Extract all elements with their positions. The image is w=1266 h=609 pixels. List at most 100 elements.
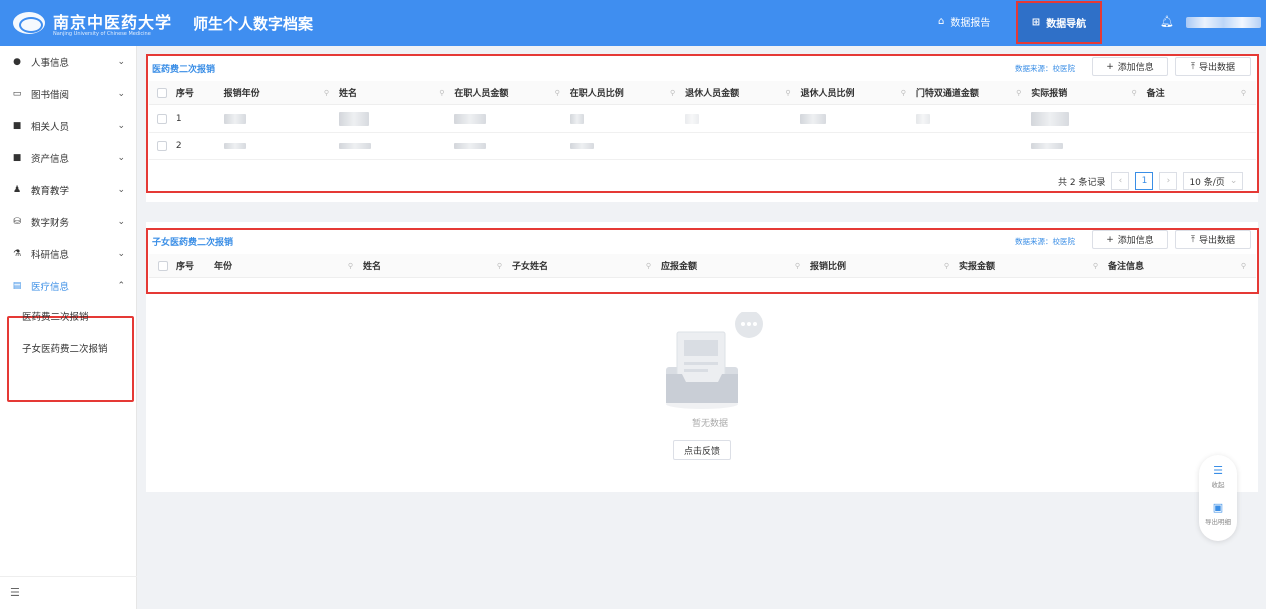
finance-icon: ⛁ — [13, 217, 21, 227]
select-all-checkbox[interactable] — [149, 254, 176, 278]
col-actual-reimbursement: 实际报销 ⚲ — [1031, 88, 1137, 100]
monitor-icon: ▭ — [12, 89, 22, 99]
nav-data-report[interactable]: ⌂ 数据报告 — [938, 14, 990, 29]
chevron-down-icon: ⌄ — [117, 121, 125, 131]
sidebar-item-related-persons[interactable]: ■ 相关人员 ⌄ — [0, 110, 137, 142]
sidebar-item-label: 人事信息 — [31, 58, 70, 69]
search-icon: ⚲ — [1240, 88, 1246, 97]
prev-page-button[interactable]: ‹ — [1111, 172, 1130, 190]
current-page[interactable]: 1 — [1135, 172, 1154, 190]
export-detail-button[interactable]: ▣ 导出明细 — [1199, 501, 1237, 526]
medical-icon: ▤ — [12, 281, 22, 291]
search-icon: ⚲ — [900, 88, 906, 97]
plus-icon: + — [1106, 61, 1114, 72]
sidebar-item-finance[interactable]: ⛁ 数字财务 ⌄ — [0, 206, 137, 238]
nav-data-report-label: 数据报告 — [950, 18, 991, 29]
panel2-table-header: 序号 年份 ⚲ 姓名 ⚲ 子女姓名 ⚲ 应报金额 ⚲ 报销比例 ⚲ 实报金额 ⚲ 备注信息 ⚲ — [149, 254, 1256, 278]
search-icon: ⚲ — [439, 88, 445, 97]
sidebar-sub-label: 医药费二次报销 — [22, 312, 89, 323]
sidebar-item-library[interactable]: ▭ 图书借阅 ⌄ — [0, 78, 137, 110]
chevron-down-icon: ⌄ — [1229, 176, 1238, 186]
cell-redacted — [800, 106, 915, 133]
search-icon: ⚲ — [669, 88, 676, 97]
user-name-redacted[interactable] — [1186, 17, 1261, 28]
bell-icon[interactable]: 🔔︎ — [1160, 15, 1174, 28]
feedback-button[interactable]: 点击反馈 — [673, 440, 731, 460]
sidebar-item-research[interactable]: ⚗ 科研信息 ⌄ — [0, 238, 137, 270]
empty-inbox-icon — [666, 312, 763, 409]
select-all-checkbox[interactable] — [149, 81, 176, 105]
sitemap-icon: ⊞ — [1031, 17, 1041, 28]
col-year: 年份 ⚲ — [214, 261, 353, 273]
col-year: 报销年份 ⚲ — [223, 88, 329, 100]
col-active-ratio: 在职人员比例 ⚲ — [569, 88, 676, 100]
panel1-source: 数据来源：校医院 — [1015, 64, 1075, 73]
sidebar-item-label: 资产信息 — [31, 154, 70, 165]
sidebar-sub-medical-reimbursement[interactable]: 医药费二次报销 — [0, 302, 137, 330]
cell-redacted — [338, 133, 454, 160]
table-row[interactable]: 1 — [149, 106, 1256, 133]
panel1-title: 医药费二次报销 — [152, 65, 216, 75]
home-icon: ⌂ — [938, 16, 945, 27]
chevron-down-icon: ⌄ — [117, 217, 125, 227]
teach-icon: ♟ — [12, 185, 22, 195]
chevron-down-icon: ⌄ — [117, 153, 125, 163]
search-icon: ⚲ — [785, 88, 791, 97]
sidebar-item-label: 图书借阅 — [31, 90, 70, 101]
collapse-label: 收起 — [1211, 481, 1225, 489]
col-remark-info: 备注信息 ⚲ — [1108, 261, 1246, 273]
cell-redacted — [454, 106, 569, 133]
person-icon: ● — [13, 57, 21, 67]
search-icon: ⚲ — [347, 261, 353, 270]
export-document-icon: ▣ — [1212, 501, 1224, 514]
panel2-add-button[interactable]: + 添加信息 — [1092, 230, 1168, 249]
col-name: 姓名 ⚲ — [338, 88, 445, 100]
search-icon: ⚲ — [1092, 261, 1098, 270]
sidebar-item-teaching[interactable]: ♟ 教育教学 ⌄ — [0, 174, 137, 206]
table-row[interactable]: 2 — [149, 133, 1256, 160]
col-name: 姓名 ⚲ — [363, 261, 502, 273]
col-dual-channel-amount: 门特双通道金额 ⚲ — [915, 88, 1022, 100]
next-page-button[interactable]: › — [1159, 172, 1178, 190]
row-index: 1 — [175, 114, 182, 124]
sidebar-item-personnel[interactable]: ● 人事信息 ⌄ — [0, 46, 137, 78]
panel1-add-button[interactable]: + 添加信息 — [1092, 57, 1168, 76]
panel1-pagination: 共 2 条记录 ‹ 1 › 10 条/页 ⌄ — [1058, 172, 1244, 190]
total-records: 共 2 条记录 — [1058, 177, 1106, 188]
sidebar-item-label: 科研信息 — [31, 250, 70, 261]
panel1-export-label: 导出数据 — [1198, 63, 1235, 73]
sidebar-item-label: 医疗信息 — [31, 282, 70, 293]
nav-data-guide[interactable]: ⊞ 数据导航 — [1016, 1, 1102, 44]
plus-icon: + — [1106, 234, 1114, 245]
sidebar-item-label: 教育教学 — [31, 186, 70, 197]
sidebar-item-medical[interactable]: ▤ 医疗信息 ⌃ — [0, 270, 137, 302]
col-retired-ratio: 退休人员比例 ⚲ — [800, 88, 906, 100]
col-reimburse-ratio: 报销比例 ⚲ — [810, 261, 949, 273]
panel2-add-label: 添加信息 — [1117, 236, 1154, 246]
panel2-export-label: 导出数据 — [1198, 236, 1235, 246]
cell-redacted — [685, 106, 800, 133]
collapse-menu-icon[interactable]: ☰ — [10, 586, 20, 599]
cell-redacted — [915, 106, 1031, 133]
col-actual-amount: 实报金额 ⚲ — [959, 261, 1098, 273]
sidebar-item-assets[interactable]: ■ 资产信息 ⌄ — [0, 142, 137, 174]
page-size-select[interactable]: 10 条/页 ⌄ — [1183, 172, 1244, 190]
cell-redacted — [1031, 106, 1146, 133]
panel1-export-button[interactable]: ⤒ 导出数据 — [1175, 57, 1251, 76]
sidebar-sub-child-medical-reimbursement[interactable]: 子女医药费二次报销 — [0, 334, 137, 362]
sidebar-item-label: 数字财务 — [31, 218, 70, 229]
panel2-title: 子女医药费二次报销 — [152, 238, 234, 248]
university-english-name: Nanjing University of Chinese Medicine — [53, 31, 151, 37]
top-header: 南京中医药大学 Nanjing University of Chinese Me… — [0, 0, 1266, 46]
cell-redacted — [569, 106, 685, 133]
cell-empty — [916, 133, 1031, 160]
col-retired-amount: 退休人员金额 ⚲ — [685, 88, 791, 100]
search-icon: ⚲ — [554, 88, 560, 97]
row-index: 2 — [175, 141, 182, 151]
panel2-export-button[interactable]: ⤒ 导出数据 — [1175, 230, 1251, 249]
search-icon: ⚲ — [943, 261, 949, 270]
row-checkbox[interactable] — [149, 106, 176, 133]
cell-redacted — [338, 106, 454, 133]
row-checkbox[interactable] — [149, 133, 176, 160]
collapse-button[interactable]: ☰ 收起 — [1199, 464, 1237, 489]
